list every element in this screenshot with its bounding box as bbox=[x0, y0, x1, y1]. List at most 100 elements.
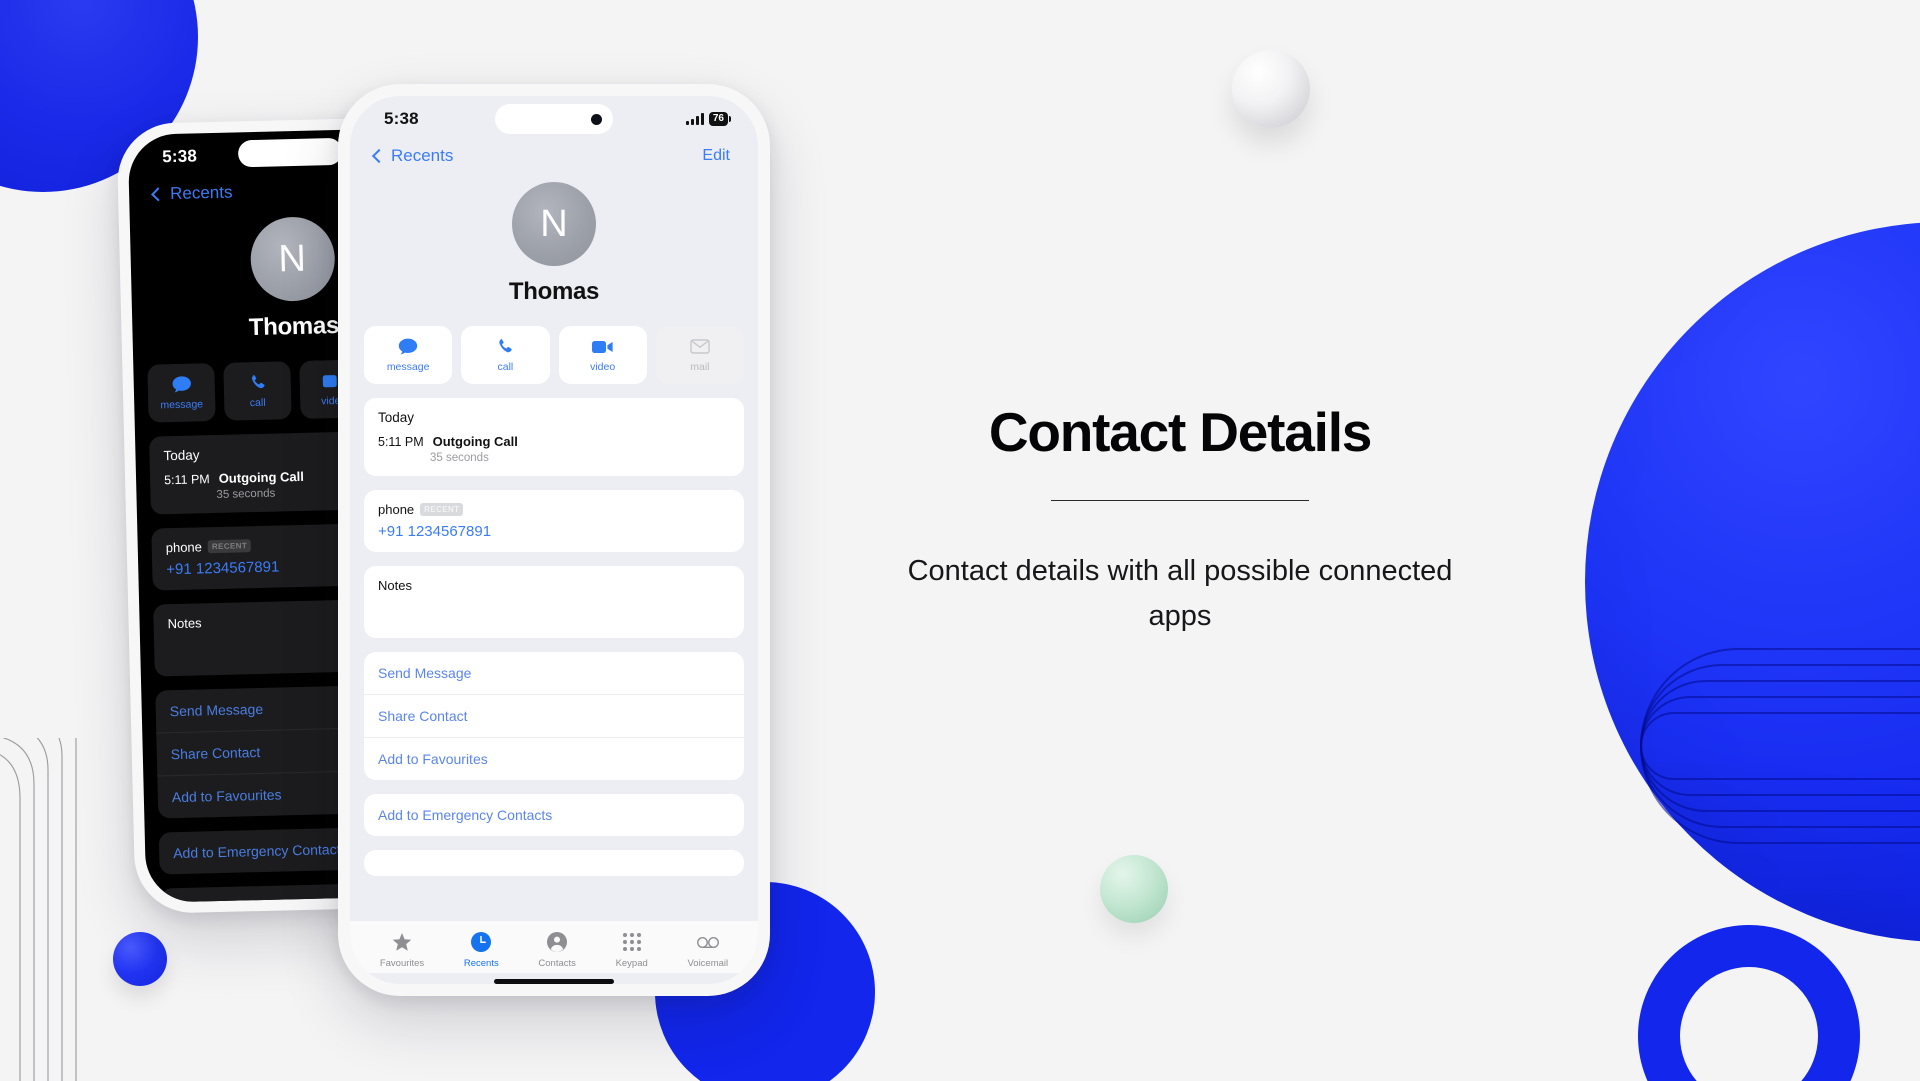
camera-lens-icon bbox=[320, 146, 331, 157]
decor-white-sphere bbox=[1232, 50, 1310, 128]
emergency-links-card: Add to Emergency Contacts bbox=[364, 794, 744, 836]
decor-big-blue-circle bbox=[1585, 222, 1920, 942]
phone-field-label-row: phone RECENT bbox=[378, 502, 730, 517]
status-bar: 5:38 76 bbox=[350, 96, 758, 142]
action-message-button[interactable]: message bbox=[364, 326, 453, 384]
chevron-left-icon bbox=[371, 148, 387, 164]
extra-card bbox=[364, 850, 744, 876]
status-time: 5:38 bbox=[384, 109, 419, 128]
call-duration: 35 seconds bbox=[430, 452, 489, 464]
person-icon bbox=[546, 931, 568, 953]
tab-bar: Favourites Recents Contacts Keypad Voice… bbox=[350, 921, 758, 973]
action-video-button[interactable]: video bbox=[558, 326, 647, 384]
page-subtitle: Contact details with all possible connec… bbox=[907, 555, 1453, 632]
tab-voicemail-label: Voicemail bbox=[687, 958, 729, 969]
phone-number[interactable]: +91 1234567891 bbox=[378, 523, 730, 540]
page-title: Contact Details bbox=[988, 401, 1373, 463]
decor-green-sphere bbox=[1100, 855, 1168, 923]
status-badge: RECENT bbox=[420, 503, 464, 516]
notes-label: Notes bbox=[378, 578, 412, 593]
decor-groove-4 bbox=[1640, 696, 1920, 796]
tab-favourites-label: Favourites bbox=[379, 958, 425, 969]
video-icon bbox=[591, 338, 614, 356]
action-links-card: Send Message Share Contact Add to Favour… bbox=[364, 652, 744, 780]
message-icon bbox=[397, 338, 419, 356]
back-button[interactable]: Recents bbox=[371, 146, 454, 166]
phone-icon bbox=[246, 373, 268, 392]
tab-favourites[interactable]: Favourites bbox=[380, 931, 424, 969]
back-label: Recents bbox=[169, 182, 233, 204]
camera-lens-icon bbox=[591, 113, 602, 125]
divider bbox=[1051, 500, 1309, 501]
link-send-message[interactable]: Send Message bbox=[364, 652, 744, 695]
message-icon bbox=[170, 375, 192, 394]
screen-light: 5:38 76 Recents Edit N Thomas message ca… bbox=[350, 96, 758, 984]
action-mail-button[interactable]: mail bbox=[655, 326, 744, 384]
status-indicators: 76 bbox=[685, 112, 732, 126]
link-share-contact[interactable]: Share Contact bbox=[364, 695, 744, 738]
notes-card[interactable]: Notes bbox=[364, 566, 744, 638]
action-video-label: video bbox=[590, 360, 616, 373]
contact-name: Thomas bbox=[508, 278, 600, 305]
status-badge: RECENT bbox=[207, 539, 252, 554]
call-history-card: Today 5:11 PM Outgoing Call 35 seconds bbox=[364, 398, 744, 476]
marketing-block: Contact Details Contact details with all… bbox=[900, 400, 1460, 639]
action-call-label: call bbox=[249, 396, 266, 409]
call-day: Today bbox=[378, 410, 415, 425]
action-mail-label: mail bbox=[690, 360, 710, 373]
action-call-button[interactable]: call bbox=[461, 326, 550, 384]
call-time: 5:11 PM bbox=[378, 435, 424, 449]
tab-contacts[interactable]: Contacts bbox=[538, 931, 576, 969]
home-indicator bbox=[494, 979, 614, 984]
mail-icon bbox=[689, 338, 711, 356]
tab-contacts-label: Contacts bbox=[538, 958, 576, 969]
action-call-label: call bbox=[497, 360, 514, 373]
action-call-button[interactable]: call bbox=[223, 361, 292, 421]
tab-voicemail[interactable]: Voicemail bbox=[687, 931, 728, 969]
dynamic-island bbox=[237, 137, 342, 168]
decor-groove-2 bbox=[1640, 664, 1920, 828]
quick-actions: message call video mail bbox=[364, 326, 744, 384]
back-button[interactable]: Recents bbox=[151, 182, 233, 205]
phone-field-card[interactable]: phone RECENT +91 1234567891 bbox=[364, 490, 744, 552]
call-type: Outgoing Call bbox=[432, 434, 518, 449]
tab-keypad-label: Keypad bbox=[615, 958, 648, 969]
action-message-label: message bbox=[160, 397, 204, 411]
avatar: N bbox=[512, 182, 596, 266]
call-type: Outgoing Call bbox=[218, 468, 305, 486]
keypad-icon bbox=[621, 931, 643, 953]
status-time: 5:38 bbox=[161, 146, 198, 167]
contact-header: N Thomas bbox=[350, 166, 758, 326]
phone-front-light: 5:38 76 Recents Edit N Thomas message ca… bbox=[338, 84, 770, 996]
dynamic-island bbox=[495, 104, 613, 134]
voicemail-icon bbox=[696, 931, 719, 953]
back-label: Recents bbox=[391, 146, 454, 165]
clock-icon bbox=[470, 931, 492, 953]
decor-groove-5 bbox=[1640, 712, 1920, 780]
link-add-to-emergency-contacts[interactable]: Add to Emergency Contacts bbox=[364, 794, 744, 836]
action-message-button[interactable]: message bbox=[147, 363, 216, 423]
content-scroll[interactable]: message call video mail Today 5:11 PM Ou… bbox=[350, 326, 758, 921]
decor-blue-ring-bottom-right bbox=[1638, 925, 1860, 1081]
link-add-to-favourites[interactable]: Add to Favourites bbox=[364, 738, 744, 780]
tab-recents[interactable]: Recents bbox=[464, 931, 499, 969]
star-icon bbox=[391, 931, 413, 953]
call-time: 5:11 PM bbox=[163, 472, 210, 488]
decor-groove-1 bbox=[1640, 648, 1920, 844]
chevron-left-icon bbox=[151, 187, 166, 202]
tab-keypad[interactable]: Keypad bbox=[616, 931, 648, 969]
tab-recents-label: Recents bbox=[463, 958, 499, 969]
edit-button[interactable]: Edit bbox=[702, 147, 730, 165]
call-row: 5:11 PM Outgoing Call bbox=[378, 434, 730, 449]
page-root: 5:38 76 Recents Edit N Thomas bbox=[0, 0, 1920, 1081]
battery-icon: 76 bbox=[708, 112, 732, 126]
nav-bar: Recents Edit bbox=[350, 142, 758, 166]
avatar: N bbox=[249, 216, 336, 303]
phone-field-label: phone bbox=[165, 539, 203, 556]
action-message-label: message bbox=[386, 360, 430, 373]
phone-field-label: phone bbox=[378, 502, 415, 517]
decor-groove-3 bbox=[1640, 680, 1920, 812]
decor-blue-sphere-small bbox=[113, 932, 167, 986]
signal-icon bbox=[685, 113, 704, 125]
phone-icon bbox=[494, 338, 516, 356]
